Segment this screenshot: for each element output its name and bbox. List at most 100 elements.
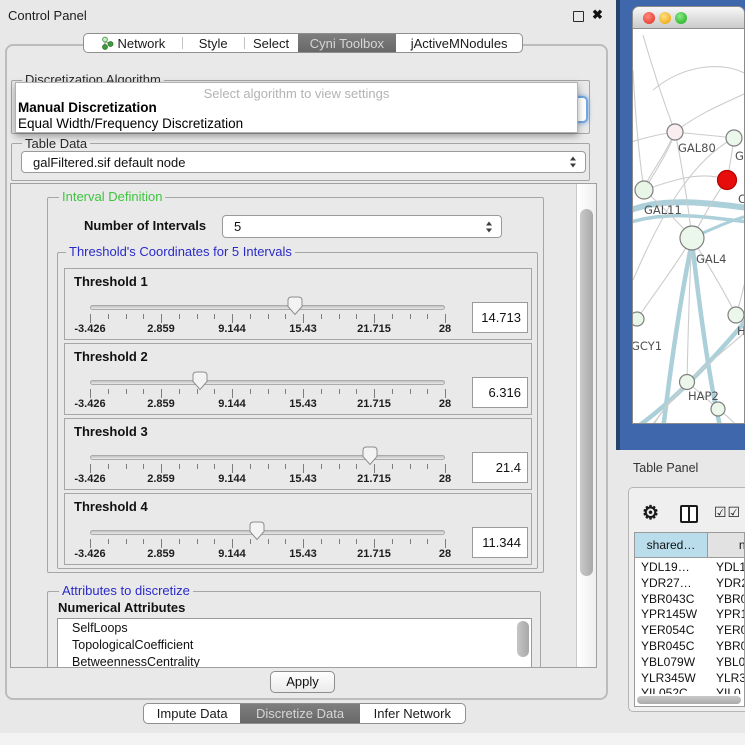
table-hscrollbar-thumb[interactable]: [637, 696, 741, 704]
slider-tick-label: -3.426: [60, 398, 120, 410]
slider-tick: [232, 539, 233, 548]
close-window-icon[interactable]: ✖: [592, 7, 603, 23]
tab-network[interactable]: Network: [84, 34, 182, 52]
attribute-list-item[interactable]: TopologicalCoefficient: [58, 636, 531, 653]
table-row[interactable]: YBR045CYBR0: [635, 639, 745, 655]
table-row[interactable]: YBR043C YBR0: [635, 592, 745, 608]
attribute-list-item[interactable]: SelfLoops: [58, 619, 531, 636]
minimize-traffic-light[interactable]: [659, 12, 671, 24]
slider-track[interactable]: [90, 530, 445, 535]
close-traffic-light[interactable]: [643, 12, 655, 24]
slider-tick: [126, 389, 127, 394]
tab-style[interactable]: Style: [183, 34, 244, 52]
threshold-row: Threshold 1 -3.4262.8599.14415.4321.7152…: [64, 268, 532, 340]
slider-track[interactable]: [90, 305, 445, 310]
gear-icon[interactable]: ⚙: [642, 502, 659, 525]
threshold-row: Threshold 2 -3.4262.8599.14415.4321.7152…: [64, 343, 532, 415]
slider-thumb[interactable]: [192, 371, 208, 391]
slider-tick: [410, 464, 411, 469]
threshold-value-field[interactable]: 21.4: [472, 452, 528, 483]
network-canvas[interactable]: GAL80 GA C GAL11 GAL4 GCY1 H HAP2: [633, 30, 745, 424]
slider-track[interactable]: [90, 455, 445, 460]
table-hscrollbar[interactable]: [636, 694, 743, 705]
svg-text:GA: GA: [735, 149, 745, 163]
table-row[interactable]: YBL079WYBL0: [635, 655, 745, 671]
apply-button[interactable]: Apply: [270, 671, 335, 693]
slider-tick: [126, 314, 127, 319]
algorithm-option-manual[interactable]: Manual Discretization: [18, 100, 157, 115]
table-row[interactable]: YDR27…YDR2: [635, 576, 745, 592]
number-of-intervals-label: Number of Intervals: [84, 218, 206, 233]
cell-shared-name: YLR345W: [641, 671, 696, 685]
slider-tick: [179, 464, 180, 469]
svg-text:C: C: [738, 192, 745, 206]
slider-tick: [90, 464, 91, 473]
slider-tick: [374, 464, 375, 473]
slider-tick: [445, 389, 446, 398]
slider-tick: [339, 539, 340, 544]
slider-tick: [197, 539, 198, 544]
slider-tick: [285, 539, 286, 544]
threshold-value-field[interactable]: 6.316: [472, 377, 528, 408]
slider-tick-label: -3.426: [60, 323, 120, 335]
table-row[interactable]: YER054CYER0: [635, 623, 745, 639]
slider-tick-label: -3.426: [60, 473, 120, 485]
slider-tick: [126, 464, 127, 469]
slider-tick: [143, 389, 144, 394]
slider-tick: [410, 539, 411, 544]
threshold-value-field[interactable]: 11.344: [472, 527, 528, 558]
table-data-combobox[interactable]: galFiltered.sif default node: [21, 151, 586, 173]
tab-discretize-data[interactable]: Discretize Data: [240, 704, 359, 723]
column-header-name[interactable]: na: [708, 533, 745, 558]
threshold-value-field[interactable]: 14.713: [472, 302, 528, 333]
column-header-shared-name[interactable]: shared…: [635, 533, 708, 558]
threshold-label: Threshold 4: [74, 499, 148, 514]
float-window-icon[interactable]: [573, 11, 584, 22]
tab-impute-data[interactable]: Impute Data: [144, 704, 240, 723]
slider-thumb[interactable]: [249, 521, 265, 541]
tab-select[interactable]: Select: [245, 34, 298, 52]
slider-tick: [126, 539, 127, 544]
cell-shared-name: YDR27…: [641, 576, 692, 590]
algorithm-option-equal-width[interactable]: Equal Width/Frequency Discretization: [18, 116, 243, 131]
slider-track[interactable]: [90, 380, 445, 385]
zoom-traffic-light[interactable]: [675, 12, 687, 24]
slider-tick: [143, 314, 144, 319]
checkbox-icons[interactable]: ☑☑: [714, 504, 741, 521]
slider-tick-label: 2.859: [131, 323, 191, 335]
node-table: shared… na YDL19…YDL1YDR27…YDR2YBR043CYB…: [634, 532, 745, 707]
svg-text:GAL80: GAL80: [678, 141, 716, 155]
attribute-list-item[interactable]: BetweennessCentrality: [58, 653, 531, 668]
numerical-attributes-list[interactable]: SelfLoopsTopologicalCoefficientBetweenne…: [57, 618, 532, 668]
slider-tick: [303, 389, 304, 398]
split-columns-icon[interactable]: [680, 505, 698, 523]
cell-shared-name: YBR043C: [641, 592, 694, 606]
slider-tick: [356, 389, 357, 394]
table-row[interactable]: YPR145WYPR1: [635, 607, 745, 623]
algorithm-dropdown-hint: Select algorithm to view settings: [16, 86, 577, 101]
cell-name: YBR0: [716, 592, 745, 606]
scrollpane-scrollbar-thumb[interactable]: [580, 209, 593, 576]
table-row[interactable]: YDL19…YDL1: [635, 560, 745, 576]
slider-tick: [214, 539, 215, 544]
slider-tick: [232, 464, 233, 473]
slider-tick: [410, 389, 411, 394]
tab-jactivemnodules[interactable]: jActiveMNodules: [396, 34, 522, 52]
slider-thumb[interactable]: [287, 296, 303, 316]
tab-infer-network[interactable]: Infer Network: [360, 704, 465, 723]
table-row[interactable]: YLR345WYLR3: [635, 671, 745, 687]
numerical-attributes-label: Numerical Attributes: [58, 600, 185, 615]
cell-shared-name: YBL079W: [641, 655, 695, 669]
slider-thumb[interactable]: [362, 446, 378, 466]
number-of-intervals-spinner[interactable]: 5: [222, 215, 502, 238]
slider-tick: [250, 389, 251, 394]
tab-cyni-toolbox[interactable]: Cyni Toolbox: [298, 34, 397, 52]
slider-tick: [356, 464, 357, 469]
attributes-list-scrollbar[interactable]: [517, 621, 529, 657]
tab-network-label: Network: [118, 36, 166, 51]
slider-tick: [268, 539, 269, 544]
slider-tick: [321, 314, 322, 319]
slider-tick-label: 15.43: [273, 323, 333, 335]
svg-text:GAL4: GAL4: [696, 252, 727, 266]
network-window-titlebar[interactable]: [633, 7, 744, 29]
